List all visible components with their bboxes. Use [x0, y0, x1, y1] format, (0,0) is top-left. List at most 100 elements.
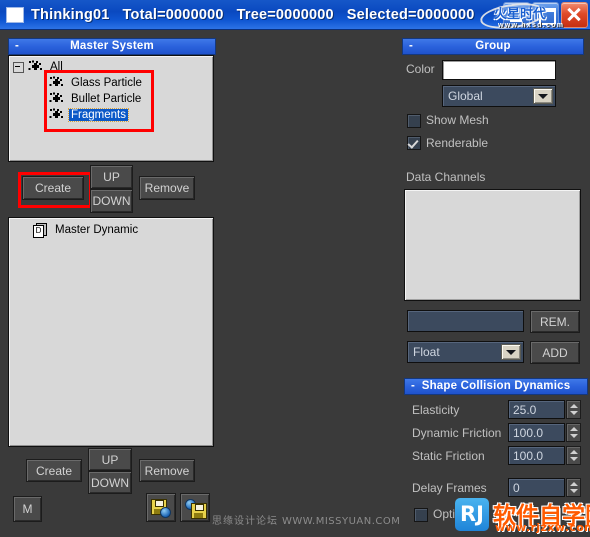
save-preset-button[interactable]: [146, 493, 176, 522]
delay-frames-label: Delay Frames: [412, 481, 487, 495]
channel-type-dropdown[interactable]: Float: [407, 341, 524, 363]
elasticity-label: Elasticity: [412, 403, 460, 417]
static-friction-input[interactable]: 100.0: [508, 446, 565, 465]
data-channels-label: Data Channels: [406, 170, 486, 184]
master-system-up-button[interactable]: UP: [90, 165, 133, 189]
optimize-label: Optimize: [433, 507, 481, 521]
particle-icon: [28, 60, 43, 74]
elasticity-value: 25.0: [513, 402, 537, 417]
remove-channel-button[interactable]: REM.: [530, 310, 580, 333]
title-total: Total=0000000: [122, 6, 224, 23]
window-controls: [503, 2, 588, 28]
tree-item-bullet-particle[interactable]: Bullet Particle: [9, 91, 213, 107]
master-dynamic-create-button[interactable]: Create: [26, 459, 82, 482]
tree-item-glass-particle[interactable]: Glass Particle: [9, 75, 213, 91]
tree-item-label: Bullet Particle: [71, 93, 142, 105]
master-dynamic-down-button[interactable]: DOWN: [88, 471, 132, 494]
title-tree: Tree=0000000: [236, 6, 334, 23]
group-scope-value: Global: [448, 89, 483, 103]
particle-icon: [49, 108, 64, 122]
window-titlebar: Thinking01 Total=0000000 Tree=0000000 Selec…: [0, 0, 590, 30]
rjzxw-watermark-url: www.rjzxw.com: [495, 521, 590, 534]
particle-icon: [49, 76, 64, 90]
button-label: Remove: [144, 181, 190, 195]
renderable-label: Renderable: [426, 136, 489, 150]
button-label: Remove: [144, 463, 190, 478]
static-friction-stepper[interactable]: [566, 446, 581, 465]
expander-icon[interactable]: [13, 61, 24, 73]
minimize-button[interactable]: [503, 2, 530, 28]
save-icon: [150, 498, 172, 518]
dynamic-friction-input[interactable]: 100.0: [508, 423, 565, 442]
rollout-header-shape-collision-dynamics[interactable]: - Shape Collision Dynamics: [404, 378, 588, 395]
rjzxw-watermark-text: 软件自学网: [493, 503, 590, 529]
tree-item-master-dynamic[interactable]: Master Dynamic: [9, 222, 213, 238]
group-title: Group: [475, 40, 511, 52]
thinking-particles-window: Thinking01 Total=0000000 Tree=0000000 Selec…: [0, 0, 590, 537]
tree-item-label: Glass Particle: [71, 77, 142, 89]
button-label: UP: [101, 452, 119, 467]
show-mesh-checkbox[interactable]: [407, 114, 421, 128]
master-dynamic-remove-button[interactable]: Remove: [139, 459, 195, 482]
tree-item-fragments[interactable]: Fragments: [9, 107, 213, 123]
tree-item-label: Master Dynamic: [55, 224, 139, 236]
shape-collision-collapse-icon[interactable]: -: [411, 379, 415, 394]
button-label: Create: [35, 463, 73, 478]
master-system-down-button[interactable]: DOWN: [90, 189, 133, 213]
chevron-down-icon[interactable]: [533, 88, 553, 104]
dynamic-friction-stepper[interactable]: [566, 423, 581, 442]
elasticity-stepper[interactable]: [566, 400, 581, 419]
tree-item-label: Fragments: [68, 108, 129, 122]
button-label: M: [22, 502, 33, 516]
load-icon: [184, 498, 207, 519]
load-preset-button[interactable]: [180, 493, 210, 522]
title-selected: Selected=0000000: [346, 6, 475, 23]
rollout-header-master-system[interactable]: - Master System: [8, 38, 216, 55]
data-channels-list[interactable]: [404, 189, 581, 301]
master-system-tree[interactable]: All Glass Particle Bullet Particle Fragm…: [8, 55, 214, 162]
close-button[interactable]: [561, 2, 588, 28]
particle-icon: [49, 92, 64, 106]
missyuan-watermark-url: WWW.MISSYUAN.COM: [282, 516, 401, 527]
rollout-header-group[interactable]: - Group: [402, 38, 584, 55]
shape-collision-title: Shape Collision Dynamics: [421, 380, 571, 392]
maximize-button[interactable]: [532, 2, 559, 28]
title-app-name: Thinking01: [31, 6, 110, 23]
window-title: Thinking01 Total=0000000 Tree=0000000 Selec…: [31, 7, 488, 23]
system-menu-icon[interactable]: [6, 6, 24, 23]
color-label: Color: [406, 62, 435, 76]
tree-item-all[interactable]: All: [9, 59, 213, 75]
master-system-create-button[interactable]: Create: [22, 176, 84, 200]
renderable-checkbox[interactable]: [407, 136, 421, 150]
button-label: Create: [34, 181, 72, 195]
dynamic-friction-label: Dynamic Friction: [412, 426, 502, 440]
dynamic-friction-value: 100.0: [513, 425, 544, 440]
static-friction-value: 100.0: [513, 448, 544, 463]
button-label: DOWN: [91, 475, 129, 490]
master-dynamic-up-button[interactable]: UP: [88, 448, 132, 471]
document-icon: [33, 223, 47, 238]
add-channel-button[interactable]: ADD: [530, 341, 580, 364]
group-scope-dropdown[interactable]: Global: [442, 85, 556, 107]
delay-frames-stepper[interactable]: [566, 478, 581, 497]
master-dynamic-tree[interactable]: Master Dynamic: [8, 217, 214, 447]
master-system-title: Master System: [70, 40, 154, 52]
channel-name-input[interactable]: [407, 310, 524, 332]
missyuan-watermark: 思缘设计论坛 WWW.MISSYUAN.COM: [212, 512, 400, 527]
channel-type-value: Float: [413, 345, 440, 359]
optimize-checkbox[interactable]: [414, 508, 428, 522]
master-system-remove-button[interactable]: Remove: [139, 176, 195, 200]
master-system-collapse-icon[interactable]: -: [15, 39, 19, 54]
show-mesh-label: Show Mesh: [426, 113, 489, 127]
delay-frames-value: 0: [513, 480, 520, 495]
tree-item-label: All: [50, 61, 63, 73]
static-friction-label: Static Friction: [412, 449, 485, 463]
chevron-down-icon[interactable]: [501, 344, 521, 360]
button-label: REM.: [540, 314, 570, 329]
button-label: DOWN: [92, 194, 131, 208]
color-swatch[interactable]: [442, 60, 556, 80]
elasticity-input[interactable]: 25.0: [508, 400, 565, 419]
material-button[interactable]: M: [13, 496, 42, 522]
delay-frames-input[interactable]: 0: [508, 478, 565, 497]
group-collapse-icon[interactable]: -: [409, 39, 413, 54]
